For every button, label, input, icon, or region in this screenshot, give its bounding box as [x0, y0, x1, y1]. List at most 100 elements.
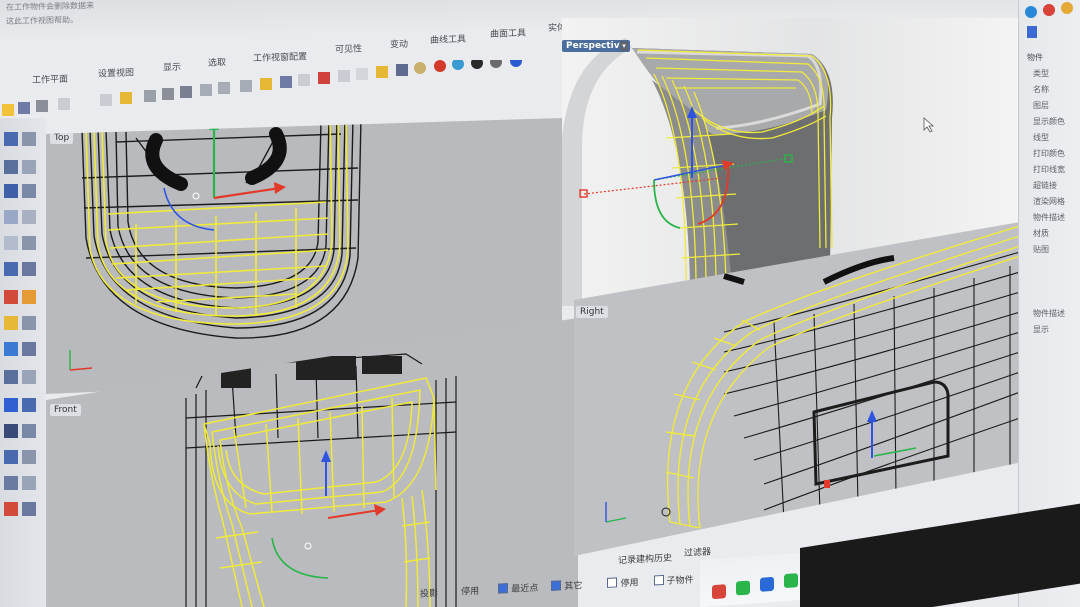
- mesh-tool-icon[interactable]: [4, 342, 18, 356]
- render-icon[interactable]: [1061, 2, 1073, 14]
- other-checkbox[interactable]: [551, 580, 562, 591]
- rotate-view-icon[interactable]: [180, 86, 192, 98]
- cplane-icon[interactable]: [318, 72, 330, 84]
- network-tool-icon[interactable]: [22, 398, 36, 412]
- viewport-label-top[interactable]: Top: [50, 132, 74, 144]
- save-icon[interactable]: [18, 102, 30, 114]
- property-print-color[interactable]: 打印颜色: [1033, 146, 1065, 162]
- polyline-tool-icon[interactable]: [4, 160, 18, 174]
- paste-icon[interactable]: [120, 92, 132, 104]
- rendered-sphere-icon[interactable]: [510, 60, 522, 67]
- trim-tool-icon[interactable]: [22, 210, 36, 224]
- status-filter[interactable]: 过滤器: [684, 544, 711, 558]
- sub-object-checkbox[interactable]: [653, 574, 664, 586]
- edge-tool-icon[interactable]: [22, 450, 36, 464]
- four-viewports-icon[interactable]: [298, 74, 310, 86]
- select-icon[interactable]: [356, 68, 368, 80]
- property-display[interactable]: 显示: [1033, 322, 1065, 338]
- zoom-selected-icon[interactable]: [260, 78, 272, 90]
- status-disable[interactable]: 停用: [461, 587, 479, 598]
- tab-visibility[interactable]: 可见性: [335, 41, 362, 55]
- material-icon[interactable]: [434, 60, 446, 72]
- fillet-tool-icon[interactable]: [22, 160, 36, 174]
- block-tool-icon[interactable]: [22, 502, 36, 516]
- print-icon[interactable]: [36, 100, 48, 112]
- zoom-icon[interactable]: [200, 84, 212, 96]
- help-icon[interactable]: [1027, 26, 1037, 38]
- transform-tool-icon[interactable]: [4, 370, 18, 384]
- property-hyperlink[interactable]: 超链接: [1033, 178, 1065, 194]
- color-wheel-icon[interactable]: [452, 60, 464, 70]
- tab-transform[interactable]: 变动: [390, 37, 408, 51]
- grid-icon[interactable]: [338, 70, 350, 82]
- join-tool-icon[interactable]: [22, 262, 36, 276]
- sweep-tool-icon[interactable]: [22, 342, 36, 356]
- point-tool-icon[interactable]: [4, 132, 18, 146]
- perspective-dropdown-icon[interactable]: ▾: [620, 41, 628, 51]
- bulb-icon[interactable]: [376, 66, 388, 78]
- boolean-tool-icon[interactable]: [4, 398, 18, 412]
- property-material[interactable]: 材质: [1033, 226, 1065, 242]
- split-tool-icon[interactable]: [22, 236, 36, 250]
- status-history[interactable]: 记录建构历史: [618, 551, 672, 567]
- extrude-tool-icon[interactable]: [4, 262, 18, 276]
- property-texture[interactable]: 贴图: [1033, 242, 1065, 258]
- viewport-label-front[interactable]: Front: [50, 404, 81, 416]
- shaded-sphere-icon[interactable]: [490, 60, 502, 68]
- render-sphere-icon[interactable]: [471, 60, 483, 69]
- pan-icon[interactable]: [162, 88, 174, 100]
- app-red-icon[interactable]: [712, 584, 726, 599]
- curve-tool-icon[interactable]: [4, 184, 18, 198]
- new-file-icon[interactable]: [2, 104, 14, 116]
- property-linetype[interactable]: 线型: [1033, 130, 1065, 146]
- solid-tool-icon[interactable]: [4, 316, 18, 330]
- arc-tool-icon[interactable]: [4, 210, 18, 224]
- property-object-description[interactable]: 物件描述: [1033, 306, 1065, 322]
- patch-tool-icon[interactable]: [22, 424, 36, 438]
- property-print-width[interactable]: 打印线宽: [1033, 162, 1065, 178]
- properties-icon[interactable]: [1025, 6, 1037, 18]
- right-x-handle[interactable]: [824, 480, 830, 488]
- tab-curve-tools[interactable]: 曲线工具: [430, 32, 466, 46]
- loft-tool-icon[interactable]: [22, 316, 36, 330]
- property-description[interactable]: 物件描述: [1033, 210, 1065, 226]
- property-render-mesh[interactable]: 渲染网格: [1033, 194, 1065, 210]
- rectangle-tool-icon[interactable]: [4, 236, 18, 250]
- near-point-checkbox[interactable]: [498, 583, 509, 594]
- zoom-extents-icon[interactable]: [240, 80, 252, 92]
- status-disable-2[interactable]: 停用: [607, 577, 638, 590]
- offset-tool-icon[interactable]: [22, 184, 36, 198]
- status-other[interactable]: 其它: [551, 580, 582, 593]
- text-tool-icon[interactable]: [22, 476, 36, 490]
- lightbulb-icon[interactable]: [414, 62, 426, 74]
- dimension-tool-icon[interactable]: [4, 450, 18, 464]
- copy-icon[interactable]: [100, 94, 112, 106]
- property-display-color[interactable]: 显示颜色: [1033, 114, 1065, 130]
- sub-object-label: 子物件: [666, 575, 694, 587]
- rebuild-tool-icon[interactable]: [22, 290, 36, 304]
- status-sub-object[interactable]: 子物件: [653, 574, 694, 587]
- cut-icon[interactable]: [58, 98, 70, 110]
- layer-icon[interactable]: [396, 64, 408, 76]
- undo-icon[interactable]: [144, 90, 156, 102]
- zoom-window-icon[interactable]: [218, 82, 230, 94]
- wechat-icon[interactable]: [736, 580, 750, 596]
- property-name[interactable]: 名称: [1033, 82, 1065, 98]
- property-layer[interactable]: 图层: [1033, 98, 1065, 114]
- property-type[interactable]: 类型: [1033, 66, 1065, 82]
- render-tool-icon[interactable]: [4, 502, 18, 516]
- status-projection[interactable]: 投影: [420, 589, 438, 600]
- disable-checkbox[interactable]: [607, 577, 618, 588]
- undo-view-icon[interactable]: [280, 76, 292, 88]
- analyze-tool-icon[interactable]: [4, 476, 18, 490]
- surface-tool-icon[interactable]: [4, 290, 18, 304]
- tab-surface-tools[interactable]: 曲面工具: [490, 26, 526, 40]
- chat-green-icon[interactable]: [784, 573, 798, 588]
- revolve-tool-icon[interactable]: [22, 370, 36, 384]
- status-near-point[interactable]: 最近点: [498, 583, 538, 596]
- app-blue-icon[interactable]: [760, 577, 774, 592]
- viewport-label-right[interactable]: Right: [576, 306, 608, 318]
- array-tool-icon[interactable]: [4, 424, 18, 438]
- layers-icon[interactable]: [1043, 4, 1055, 16]
- blend-tool-icon[interactable]: [22, 132, 36, 146]
